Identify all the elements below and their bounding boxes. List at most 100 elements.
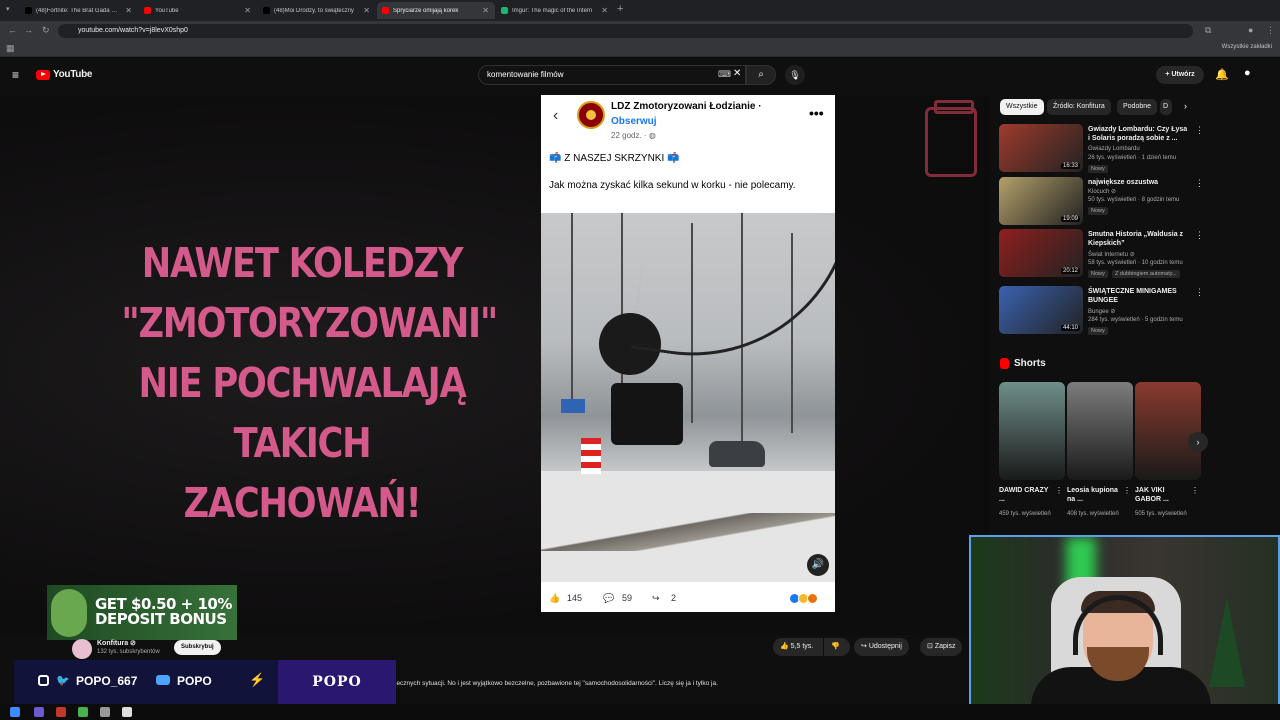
hamburger-menu-icon[interactable]: ≡ xyxy=(12,68,19,82)
more-actions-icon[interactable]: ⋮ xyxy=(1195,178,1204,189)
back-icon[interactable]: ← xyxy=(8,25,17,35)
create-button[interactable]: + Utwórz xyxy=(1156,66,1204,84)
close-tab-icon[interactable]: ✕ xyxy=(244,6,251,15)
close-tab-icon[interactable]: ✕ xyxy=(363,6,370,15)
search-input[interactable]: komentowanie filmów xyxy=(478,65,746,85)
short-title[interactable]: JAK VIKI GABOR ... xyxy=(1135,486,1187,504)
app-icon[interactable] xyxy=(56,707,66,717)
more-actions-icon[interactable]: ⋮ xyxy=(1195,230,1204,241)
video-thumbnail[interactable]: 20:12 xyxy=(999,229,1083,277)
chip-more[interactable]: D xyxy=(1160,99,1172,115)
apps-icon[interactable]: ▦ xyxy=(6,43,15,54)
start-icon[interactable] xyxy=(10,707,20,717)
short-title[interactable]: DAWID CRAZY ... xyxy=(999,486,1051,504)
browser-tab[interactable]: YouTube ✕ xyxy=(139,2,257,19)
short-item[interactable]: Leosia kupiona na ... 408 tys. wyświetleń… xyxy=(1067,382,1133,517)
forward-icon[interactable]: → xyxy=(24,25,33,35)
subscribe-button[interactable]: Subskrybuj xyxy=(174,640,221,655)
new-badge: Nowy xyxy=(1088,207,1108,215)
like-button[interactable]: 👍 5,5 tys. xyxy=(773,638,823,656)
recommended-video[interactable]: 19:09 największe oszustwa Klocuch ⊘ 50 tys.… xyxy=(999,177,1204,227)
chrome-icon[interactable] xyxy=(78,707,88,717)
browser-tab[interactable]: (48)Moi Drodzy, to świąteczny ✕ xyxy=(258,2,376,19)
tab-search-icon[interactable]: ▾ xyxy=(6,5,10,13)
short-thumbnail[interactable] xyxy=(1135,382,1201,480)
video-title[interactable]: Gwiazdy Lombardu: Czy Łysa i Solaris por… xyxy=(1088,125,1188,143)
search-icon: ⌕ xyxy=(758,69,764,80)
promo-line-2: DEPOSIT BONUS xyxy=(95,610,227,628)
short-item[interactable]: DAWID CRAZY ... 459 tys. wyświetleń ⋮ xyxy=(999,382,1065,517)
more-actions-icon[interactable]: ⋮ xyxy=(1195,125,1204,136)
youtube-logo[interactable]: YouTube xyxy=(36,69,93,80)
search-button[interactable]: ⌕ xyxy=(746,65,776,85)
recommended-video[interactable]: 44:10 ŚWIĄTECZNE MINIGAMES BUNGEE Bungee ⊘… xyxy=(999,286,1204,336)
dislike-button[interactable]: 👎 xyxy=(824,638,850,656)
video-title[interactable]: największe oszustwa xyxy=(1088,178,1188,187)
tab-favicon-icon xyxy=(263,7,270,14)
share-icon: ↪ xyxy=(652,593,660,603)
subscriber-count: 132 tys. subskrybentów xyxy=(97,649,160,655)
browser-tab[interactable]: (48)Fortnite: The Brat Gada Gam ✕ xyxy=(20,2,138,19)
share-button[interactable]: ↪ Udostępnij xyxy=(854,638,909,656)
account-avatar-icon[interactable]: ● xyxy=(1244,67,1251,79)
all-bookmarks-link[interactable]: Wszystkie zakładki xyxy=(1222,44,1272,50)
video-channel[interactable]: Świat Internetu ⊘ xyxy=(1088,251,1135,258)
short-title[interactable]: Leosia kupiona na ... xyxy=(1067,486,1119,504)
short-views: 459 tys. wyświetleń xyxy=(999,511,1051,517)
url-field[interactable]: youtube.com/watch?v=j8levX0shp0 xyxy=(58,24,1193,38)
new-tab-plus-icon[interactable]: + xyxy=(617,3,623,15)
close-tab-icon[interactable]: ✕ xyxy=(125,6,132,15)
car xyxy=(709,441,765,467)
browser-tab[interactable]: Spryciarze omijają korek ✕ xyxy=(377,2,495,19)
mascot xyxy=(51,589,87,637)
more-actions-icon[interactable]: ⋮ xyxy=(1191,486,1199,495)
filter-chips: Wszystkie Źródło: Konfitura Podobne D › xyxy=(1000,99,1200,115)
chip-similar[interactable]: Podobne xyxy=(1117,99,1158,115)
video-thumbnail[interactable]: 19:09 xyxy=(999,177,1083,225)
app-icon[interactable] xyxy=(34,707,44,717)
tab-favicon-icon xyxy=(25,7,32,14)
short-thumbnail[interactable] xyxy=(999,382,1065,480)
notifications-bell-icon[interactable]: 🔔 xyxy=(1215,68,1229,81)
extensions-icon[interactable]: ⧉ xyxy=(1205,25,1211,36)
video-title[interactable]: Smutna Historia „Waldusia z Kiepskich” xyxy=(1088,230,1188,248)
video-channel[interactable]: Bungee ⊘ xyxy=(1088,308,1115,315)
video-title[interactable]: ŚWIĄTECZNE MINIGAMES BUNGEE xyxy=(1088,287,1188,305)
chip-all[interactable]: Wszystkie xyxy=(1000,99,1044,115)
more-actions-icon[interactable]: ⋮ xyxy=(1195,287,1204,298)
save-button[interactable]: ⊡ Zapisz xyxy=(920,638,963,656)
app-icon[interactable] xyxy=(122,707,132,717)
profile-icon[interactable]: ● xyxy=(1248,25,1253,35)
video-thumbnail[interactable]: 16:33 xyxy=(999,124,1083,172)
video-channel[interactable]: Klocuch ⊘ xyxy=(1088,188,1116,195)
short-item[interactable]: JAK VIKI GABOR ... 505 tys. wyświetleń ⋮ xyxy=(1135,382,1201,517)
voice-search-button[interactable]: 🎙 xyxy=(785,65,805,85)
channel-name[interactable]: Konfitura ⊘ xyxy=(97,639,136,647)
more-actions-icon[interactable]: ⋮ xyxy=(1055,486,1063,495)
close-tab-icon[interactable]: ✕ xyxy=(482,6,489,15)
video-description[interactable]: iecznych sytuacji. No i jest wyjątkowo b… xyxy=(395,680,718,687)
shares-count: 2 xyxy=(671,593,677,603)
video-channel[interactable]: Gwiazdy Lombardu xyxy=(1088,146,1140,152)
video-player[interactable]: NAWET KOLEDZY "ZMOTORYZOWANI" NIE POCHWA… xyxy=(0,95,990,635)
chips-next-icon[interactable]: › xyxy=(1184,101,1187,111)
close-tab-icon[interactable]: ✕ xyxy=(601,6,608,15)
recommended-video[interactable]: 16:33 Gwiazdy Lombardu: Czy Łysa i Solari… xyxy=(999,124,1204,174)
channel-avatar[interactable] xyxy=(72,639,92,659)
video-thumbnail[interactable]: 44:10 xyxy=(999,286,1083,334)
caption-line: "ZMOTORYZOWANI" xyxy=(121,299,498,347)
shorts-icon xyxy=(1000,358,1009,369)
short-views: 505 tys. wyświetleń xyxy=(1135,511,1187,517)
menu-icon[interactable]: ⋮ xyxy=(1266,25,1275,36)
reload-icon[interactable]: ↻ xyxy=(42,25,50,36)
angry-reaction-icon xyxy=(807,593,818,604)
keyboard-icon[interactable]: ⌨ xyxy=(718,69,731,80)
shorts-next-button[interactable]: › xyxy=(1188,432,1208,452)
browser-tab[interactable]: Imgur: The magic of the Intern ✕ xyxy=(496,2,614,19)
app-icon[interactable] xyxy=(100,707,110,717)
clear-search-icon[interactable]: ✕ xyxy=(733,68,741,79)
recommended-video[interactable]: 20:12 Smutna Historia „Waldusia z Kiepski… xyxy=(999,229,1204,279)
more-actions-icon[interactable]: ⋮ xyxy=(1123,486,1131,495)
short-thumbnail[interactable] xyxy=(1067,382,1133,480)
chip-source[interactable]: Źródło: Konfitura xyxy=(1047,99,1111,115)
